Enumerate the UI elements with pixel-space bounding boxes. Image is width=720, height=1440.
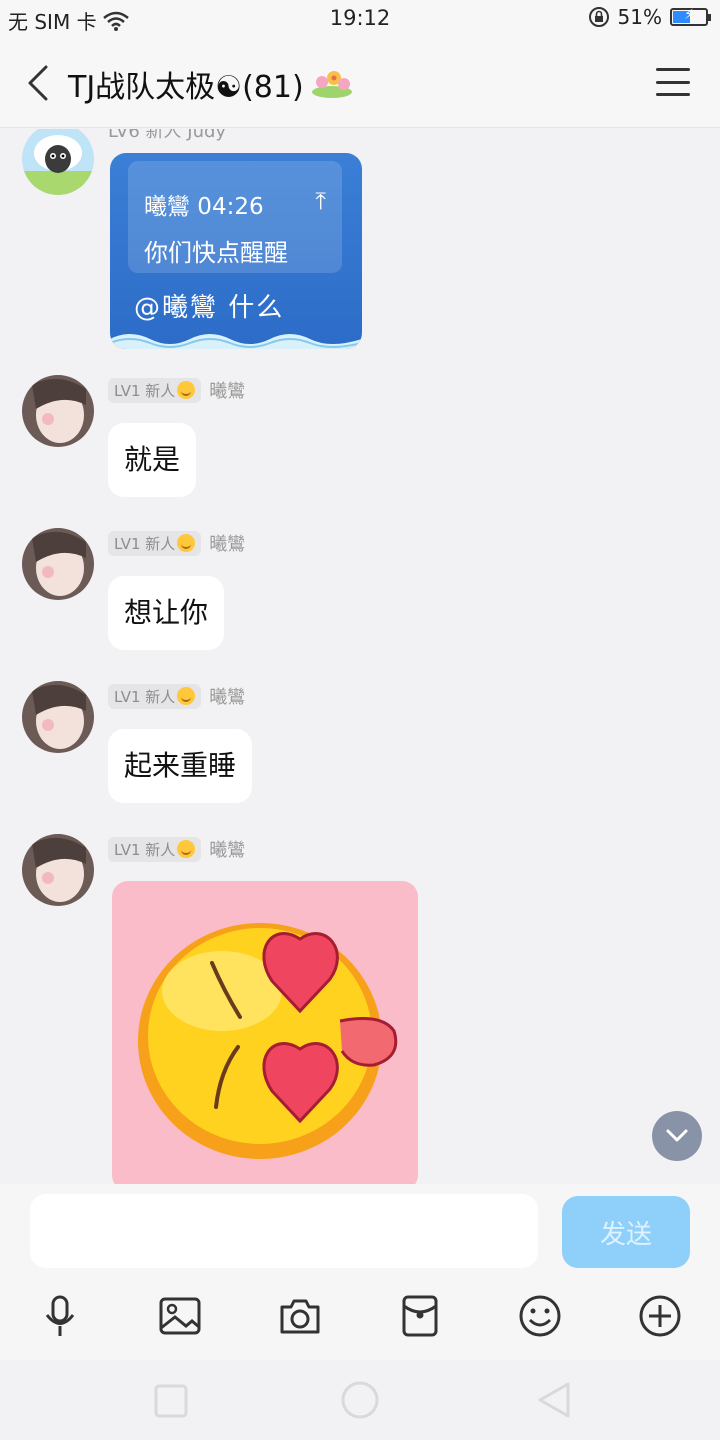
level-badge: LV1 新人 — [108, 377, 202, 403]
input-bar: 发送 — [0, 1184, 720, 1280]
scroll-to-bottom-button[interactable] — [652, 1111, 702, 1161]
microphone-icon[interactable] — [36, 1292, 84, 1340]
system-navigation-bar — [0, 1360, 720, 1440]
sender-meta-partial: LV6 新人 Judy — [108, 129, 226, 143]
chevron-down-icon — [666, 1129, 688, 1142]
group-title: TJ战队太极☯(81) — [68, 62, 354, 106]
rotation-lock-icon — [588, 7, 609, 27]
smile-icon — [177, 840, 196, 858]
chat-screen: 无 SIM 卡 19:12 51% ⚡ TJ战队太极☯(81) LV6 新人 J… — [0, 0, 720, 1440]
sender-name[interactable]: 曦鸞 — [209, 377, 245, 403]
chevron-left-icon — [28, 65, 48, 101]
title-bar: TJ战队太极☯(81) — [0, 40, 720, 128]
quoted-message[interactable]: 曦鸞 04:26 ⤒ 你们快点醒醒 — [128, 161, 342, 273]
level-badge: LV1 新人 — [108, 530, 202, 556]
quoted-header: 曦鸞 04:26 — [144, 194, 264, 220]
back-nav-icon[interactable] — [534, 1380, 574, 1420]
image-icon[interactable] — [156, 1292, 204, 1340]
wave-decoration-icon — [110, 334, 362, 349]
girl-avatar-icon — [22, 834, 94, 906]
message-bubble[interactable]: 就是 — [108, 423, 197, 497]
avatar[interactable] — [22, 375, 94, 447]
sender-name[interactable]: 曦鸞 — [209, 530, 245, 556]
quoted-text: 你们快点醒醒 — [144, 239, 288, 267]
sender-meta: LV1 新人 曦鸞 — [108, 377, 245, 403]
avatar[interactable] — [22, 528, 94, 600]
level-badge: LV1 新人 — [108, 683, 202, 709]
avatar[interactable] — [22, 834, 94, 906]
emoji-icon[interactable] — [516, 1292, 564, 1340]
girl-avatar-icon — [22, 528, 94, 600]
love-eyes-emoji-icon — [138, 923, 398, 1159]
smile-icon — [177, 687, 196, 705]
girl-avatar-icon — [22, 375, 94, 447]
status-bar: 无 SIM 卡 19:12 51% ⚡ — [0, 0, 720, 40]
flower-badge-icon — [311, 71, 352, 98]
sender-meta: LV1 新人 曦鸞 — [108, 683, 245, 709]
menu-button[interactable] — [656, 68, 690, 96]
level-badge: LV1 新人 — [108, 836, 202, 862]
message-text: @曦鸞 什么 — [134, 293, 285, 323]
smile-icon — [177, 381, 196, 399]
sheep-avatar-icon — [22, 129, 94, 195]
girl-avatar-icon — [22, 681, 94, 753]
jump-up-icon[interactable]: ⤒ — [315, 187, 326, 215]
sender-meta: LV1 新人 曦鸞 — [108, 530, 245, 556]
sender-name[interactable]: 曦鸞 — [209, 683, 245, 709]
message-bubble[interactable]: 想让你 — [108, 576, 225, 650]
recent-apps-icon[interactable] — [152, 1380, 192, 1420]
reply-message-bubble[interactable]: 曦鸞 04:26 ⤒ 你们快点醒醒 @曦鸞 什么 — [110, 153, 362, 349]
send-button[interactable]: 发送 — [562, 1196, 690, 1268]
avatar[interactable] — [22, 681, 94, 753]
sender-name[interactable]: 曦鸞 — [209, 836, 245, 862]
smile-icon — [177, 534, 196, 552]
input-toolbar — [0, 1280, 720, 1360]
back-button[interactable] — [18, 58, 58, 108]
message-bubble[interactable]: 起来重睡 — [108, 729, 253, 803]
red-packet-icon[interactable] — [396, 1292, 444, 1340]
group-title-text: TJ战队太极☯(81) — [68, 70, 304, 105]
plus-icon[interactable] — [636, 1292, 684, 1340]
camera-icon[interactable] — [276, 1292, 324, 1340]
message-list[interactable]: LV6 新人 Judy 曦鸞 04:26 ⤒ 你们快点醒醒 @曦鸞 什么 LV1… — [0, 129, 720, 1184]
battery-icon: ⚡ — [670, 7, 711, 26]
message-input[interactable] — [30, 1194, 538, 1268]
sender-name-partial: LV6 新人 Judy — [108, 129, 227, 142]
sticker-message[interactable] — [112, 881, 418, 1184]
home-icon[interactable] — [340, 1380, 380, 1420]
sender-meta: LV1 新人 曦鸞 — [108, 836, 245, 862]
avatar[interactable] — [22, 129, 94, 195]
battery-percent: 51% — [617, 5, 662, 29]
